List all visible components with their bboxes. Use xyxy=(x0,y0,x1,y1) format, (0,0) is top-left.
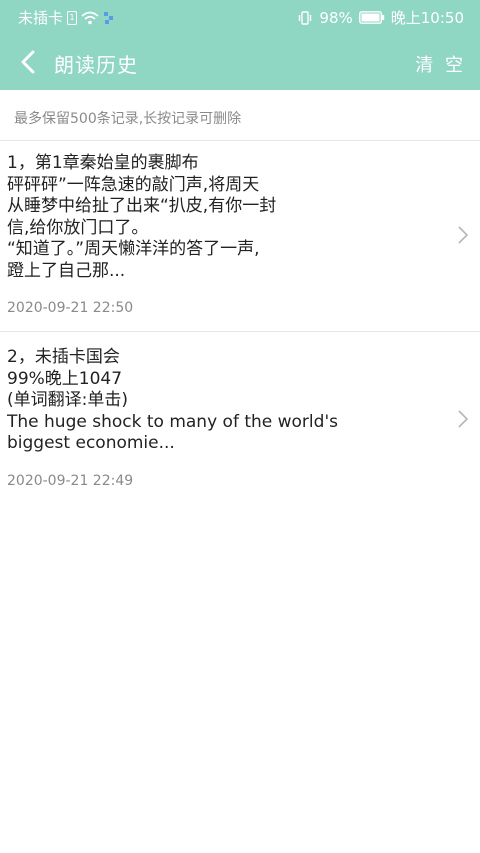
back-arrow-icon xyxy=(21,50,35,74)
status-right: 98% 晚上10:50 xyxy=(297,7,464,28)
screen: 未插卡 1 98% 晚上10:50 朗读历史 清 空 最多保留500条记录,长按… xyxy=(0,0,480,853)
chevron-right-icon xyxy=(458,226,469,244)
history-item-text: 2，未插卡国会 99%晚上1047 (单词翻译:单击) The huge sho… xyxy=(7,347,338,455)
sim-icon: 1 xyxy=(67,10,78,25)
history-line: 从睡梦中给扯了出来“扒皮,有你一封 xyxy=(7,196,277,216)
history-line: 砰砰砰”一阵急速的敲门声,将周天 xyxy=(7,174,260,195)
history-item-text: 1，第1章秦始皇的裹脚布 砰砰砰”一阵急速的敲门声,将周天 从睡梦中给扯了出来“… xyxy=(7,153,337,282)
wifi-icon xyxy=(81,11,99,25)
history-line: The huge shock to many of the world's xyxy=(7,411,338,432)
hint-text: 最多保留500条记录,长按记录可删除 xyxy=(14,111,242,127)
battery-icon xyxy=(358,11,385,24)
notification-icon xyxy=(103,11,115,25)
page-title: 朗读历史 xyxy=(54,53,138,77)
chevron-right-icon xyxy=(458,410,469,428)
clock-text: 晚上10:50 xyxy=(390,9,464,27)
title-bar: 朗读历史 清 空 xyxy=(0,34,480,90)
history-line: 蹬上了自己那... xyxy=(7,260,126,281)
item-divider xyxy=(0,331,480,332)
history-line: 2，未插卡国会 xyxy=(7,347,120,367)
back-button[interactable] xyxy=(14,48,42,76)
history-line: biggest economie... xyxy=(7,433,175,453)
history-item-2[interactable]: 2，未插卡国会 99%晚上1047 (单词翻译:单击) The huge sho… xyxy=(0,347,480,497)
status-bar: 未插卡 1 98% 晚上10:50 xyxy=(0,0,480,34)
battery-percent: 98% xyxy=(319,8,353,27)
history-item-1[interactable]: 1，第1章秦始皇的裹脚布 砰砰砰”一阵急速的敲门声,将周天 从睡梦中给扯了出来“… xyxy=(0,153,480,330)
hint-divider xyxy=(0,140,480,141)
carrier-text: 未插卡 xyxy=(18,9,64,27)
history-line: “知道了。”周天懒洋洋的答了一声, xyxy=(7,239,260,259)
history-line: (单词翻译:单击) xyxy=(7,390,128,410)
history-date: 2020-09-21 22:50 xyxy=(7,300,134,316)
vibrate-icon xyxy=(297,10,313,26)
history-line: 1，第1章秦始皇的裹脚布 xyxy=(7,153,199,173)
history-line: 99%晚上1047 xyxy=(7,368,123,389)
history-line: 信,给你放门口了。 xyxy=(7,217,149,238)
status-left: 未插卡 1 xyxy=(18,7,115,28)
clear-button[interactable]: 清 空 xyxy=(415,51,466,77)
history-date: 2020-09-21 22:49 xyxy=(7,473,134,489)
